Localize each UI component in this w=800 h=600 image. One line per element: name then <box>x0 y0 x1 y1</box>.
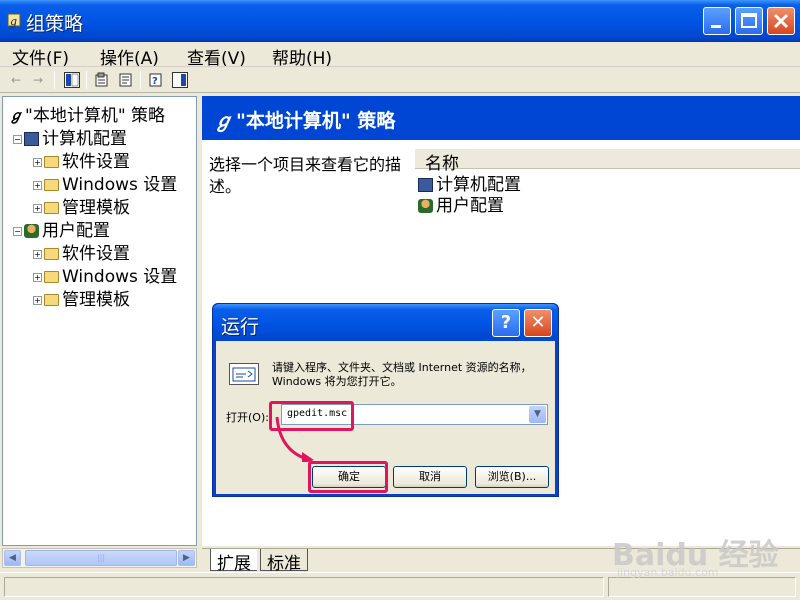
menu-file[interactable]: 文件(F) <box>12 44 69 69</box>
menu-help[interactable]: 帮助(H) <box>272 44 332 69</box>
tree-horizontal-scrollbar[interactable]: ◀ ||| ▶ <box>2 548 197 568</box>
computer-icon <box>24 132 39 146</box>
toolbar-separator <box>86 71 87 89</box>
tree-label: 软件设置 <box>62 244 130 264</box>
highlight-box-ok <box>308 461 388 493</box>
browse-button[interactable]: 浏览(B)... <box>475 466 549 488</box>
tree-item-user-config[interactable]: − 用户配置 <box>13 216 110 241</box>
policy-app-icon: g <box>6 12 22 28</box>
folder-icon <box>44 248 59 260</box>
tree-item-admin-templates[interactable]: + 管理模板 <box>33 285 130 310</box>
minimize-button[interactable] <box>703 7 731 35</box>
policy-icon: ℊ <box>214 110 234 132</box>
show-action-pane-icon[interactable] <box>172 72 188 88</box>
expand-toggle[interactable]: + <box>33 295 42 305</box>
expand-toggle[interactable]: + <box>33 157 42 167</box>
watermark-url: jingyan.baidu.com <box>617 566 719 579</box>
folder-icon <box>44 156 59 168</box>
menu-bar: 文件(F) 操作(A) 查看(V) 帮助(H) <box>0 42 800 69</box>
menu-action[interactable]: 操作(A) <box>100 44 159 69</box>
expand-toggle[interactable]: + <box>33 272 42 282</box>
svg-text:g: g <box>10 15 17 28</box>
tree-label: 管理模板 <box>62 290 130 310</box>
status-cell <box>608 577 796 597</box>
folder-icon <box>44 179 59 191</box>
expand-toggle[interactable]: + <box>33 180 42 190</box>
tree-item-admin-templates[interactable]: + 管理模板 <box>33 193 130 218</box>
collapse-toggle[interactable]: − <box>13 134 22 144</box>
policy-icon: ℊ <box>9 108 23 124</box>
console-tree: ℊ "本地计算机" 策略 − 计算机配置 + 软件设置 + Windows 设置 + 管理… <box>2 96 197 546</box>
toolbar-separator <box>54 71 55 89</box>
run-dialog-body: 请键入程序、文件夹、文档或 Internet 资源的名称，Windows 将为您… <box>216 341 555 494</box>
run-instructions: 请键入程序、文件夹、文档或 Internet 资源的名称，Windows 将为您… <box>272 361 532 388</box>
tree-root[interactable]: ℊ "本地计算机" 策略 <box>9 101 165 126</box>
annotation-arrow <box>275 416 314 462</box>
help-button[interactable]: ? <box>492 309 520 337</box>
expand-toggle[interactable]: + <box>33 203 42 213</box>
tree-label: 用户配置 <box>42 221 110 241</box>
scrollbar-thumb[interactable]: ||| <box>25 550 177 566</box>
window-title: 组策略 <box>26 13 84 35</box>
show-hide-tree-icon[interactable] <box>64 72 80 88</box>
forward-arrow-icon[interactable]: → <box>30 72 46 88</box>
toolbar: ← → ? <box>0 67 800 93</box>
svg-text:?: ? <box>152 76 158 87</box>
expand-toggle[interactable]: + <box>33 249 42 259</box>
chevron-down-icon[interactable]: ▼ <box>529 406 546 423</box>
tree-label: 软件设置 <box>62 152 130 172</box>
folder-icon <box>44 294 59 306</box>
menu-view[interactable]: 查看(V) <box>187 44 246 69</box>
run-dialog-titlebar: 运行 ? ✕ <box>213 304 558 341</box>
tab-extended[interactable]: 扩展 <box>210 549 257 574</box>
computer-icon <box>418 178 433 192</box>
list-item-user-config[interactable]: 用户配置 <box>418 191 504 216</box>
tree-item-computer-config[interactable]: − 计算机配置 <box>13 124 127 149</box>
tree-item-software-settings[interactable]: + 软件设置 <box>33 147 130 172</box>
folder-icon <box>44 202 59 214</box>
maximize-button[interactable] <box>735 7 763 35</box>
close-button[interactable] <box>767 7 795 35</box>
scroll-right-arrow-icon[interactable]: ▶ <box>178 550 195 566</box>
run-dialog: 运行 ? ✕ 请键入程序、文件夹、文档或 Internet 资源的名称，Wind… <box>212 303 559 497</box>
scroll-left-arrow-icon[interactable]: ◀ <box>4 550 21 566</box>
tree-root-label: "本地计算机" 策略 <box>25 106 166 126</box>
back-arrow-icon[interactable]: ← <box>8 72 24 88</box>
help-icon[interactable]: ? <box>148 72 164 88</box>
status-cell <box>4 577 604 597</box>
tree-label: Windows 设置 <box>62 175 178 195</box>
cancel-button[interactable]: 取消 <box>393 466 467 488</box>
window-titlebar: g 组策略 <box>0 0 800 42</box>
folder-icon <box>44 271 59 283</box>
properties-icon[interactable] <box>94 72 110 88</box>
tree-label: 管理模板 <box>62 198 130 218</box>
open-label: 打开(O): <box>226 411 269 424</box>
details-title: ℊ "本地计算机" 策略 <box>214 106 395 133</box>
details-title-text: "本地计算机" 策略 <box>236 110 396 132</box>
list-item-label: 用户配置 <box>436 196 504 216</box>
run-dialog-title: 运行 <box>221 316 260 338</box>
user-icon <box>24 224 39 238</box>
collapse-toggle[interactable]: − <box>13 226 22 236</box>
toolbar-separator <box>140 71 141 89</box>
tree-label: Windows 设置 <box>62 267 178 287</box>
user-icon <box>418 199 433 213</box>
tree-item-software-settings[interactable]: + 软件设置 <box>33 239 130 264</box>
list-header: 名称 <box>415 149 800 174</box>
tab-standard[interactable]: 标准 <box>260 549 308 574</box>
tree-item-windows-settings[interactable]: + Windows 设置 <box>33 262 177 287</box>
tree-label: 计算机配置 <box>42 129 127 149</box>
description-text: 选择一个项目来查看它的描述。 <box>209 155 402 196</box>
tree-item-windows-settings[interactable]: + Windows 设置 <box>33 170 177 195</box>
dialog-close-button[interactable]: ✕ <box>524 309 552 337</box>
details-header: ℊ "本地计算机" 策略 <box>202 96 800 140</box>
export-list-icon[interactable] <box>118 72 134 88</box>
run-program-icon <box>229 363 259 385</box>
